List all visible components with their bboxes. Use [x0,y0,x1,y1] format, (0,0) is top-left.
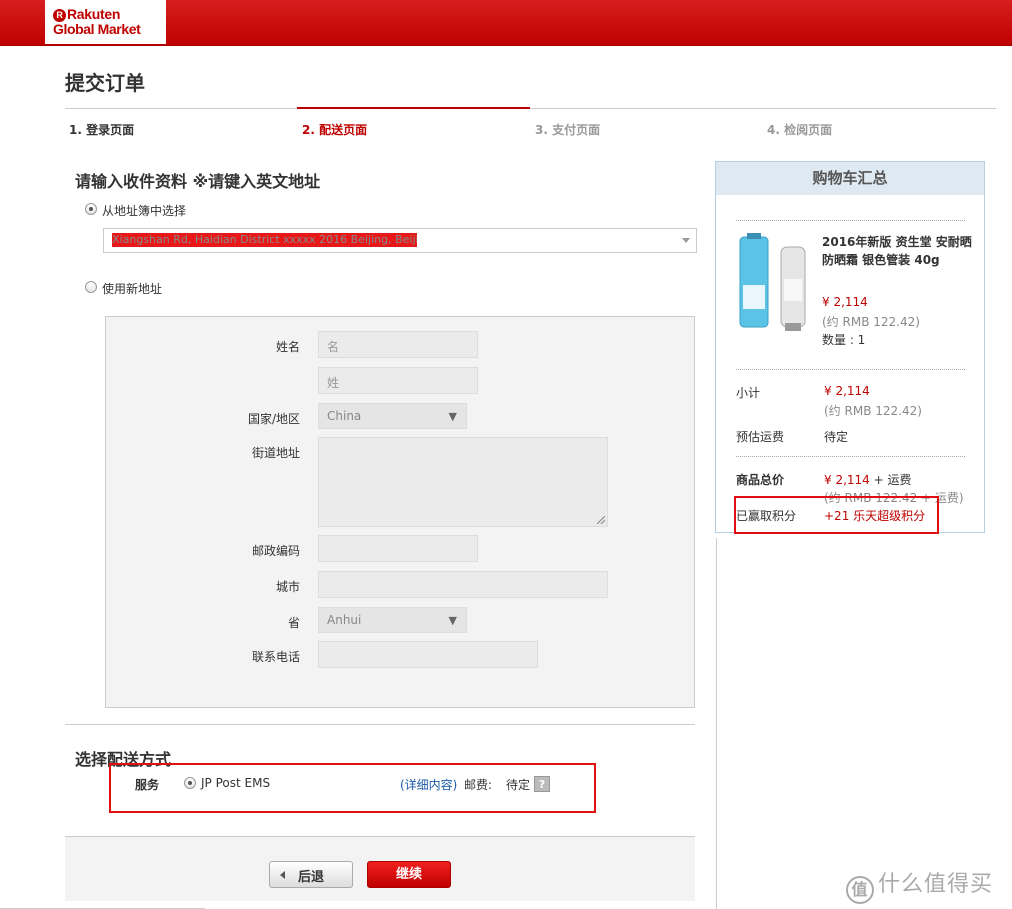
points-highlight-box [734,496,939,534]
resize-handle-icon[interactable] [597,516,605,524]
logo-line2: Global Market [53,21,141,37]
divider [65,724,695,725]
shipping-fee-label: 邮费: [464,778,493,792]
watermark-text: 什么值得买 [878,872,994,897]
shipping-estimate-label: 预估运费 [736,430,785,444]
back-button[interactable]: 后退 [269,861,353,888]
service-label: 服务 [135,778,160,792]
divider [736,220,965,221]
watermark-logo-icon: 值 [846,876,874,904]
street-textarea[interactable] [318,437,608,527]
total-value: ¥ 2,114 [824,473,870,487]
address-book-radio[interactable] [85,203,97,215]
phone-label: 联系电话 [251,650,300,664]
name-label: 姓名 [275,340,300,354]
total-label: 商品总价 [736,473,785,487]
province-label: 省 [287,616,300,630]
step-shipping: 2. 配送页面 [302,123,368,137]
province-select[interactable]: Anhui ▼ [318,607,467,633]
country-select[interactable]: China ▼ [318,403,467,429]
product-price: ¥ 2,114 [822,295,868,309]
step-login: 1. 登录页面 [69,123,135,137]
watermark: 值什么值得买 [846,866,993,904]
zip-input[interactable] [318,535,478,562]
city-label: 城市 [275,580,300,594]
help-icon[interactable]: ? [534,776,550,792]
divider [736,369,965,370]
chevron-down-icon [682,238,690,243]
step-progress-line [65,108,996,109]
shipping-method-name[interactable]: JP Post EMS [201,776,270,790]
address-book-select[interactable]: Xiangshan Rd, Haidian District xxxxx 201… [103,228,697,253]
product-price-rmb: (约 RMB 122.42) [822,315,920,329]
divider [736,456,965,457]
country-label: 国家/地区 [247,412,300,426]
phone-input[interactable] [318,641,538,668]
selected-address-redacted: Xiangshan Rd, Haidian District xxxxx 201… [112,233,417,247]
back-button-label: 后退 [298,870,325,885]
subtotal-label: 小计 [736,386,761,400]
country-value: China [327,409,362,423]
column-divider [716,538,717,909]
step-payment: 3. 支付页面 [535,123,601,137]
address-section-title: 请输入收件资料 ※请键入英文地址 [75,172,321,191]
ems-radio[interactable] [184,777,196,789]
shipping-details-link[interactable]: (详细内容) [400,776,457,793]
arrow-left-icon [280,871,285,879]
step-active-indicator [297,107,530,109]
city-input[interactable] [318,571,608,598]
zip-label: 邮政编码 [251,544,300,558]
province-value: Anhui [327,613,362,627]
subtotal-value: ¥ 2,114 [824,384,870,398]
dropdown-triangle-icon: ▼ [448,410,457,423]
page-title: 提交订单 [65,71,145,95]
street-label: 街道地址 [251,446,300,460]
step-review: 4. 检阅页面 [767,123,833,137]
rakuten-logo[interactable]: R Rakuten Global Market [45,0,166,44]
last-name-input[interactable]: 姓 [318,367,478,394]
new-address-label[interactable]: 使用新地址 [102,280,162,297]
subtotal-rmb: (约 RMB 122.42) [824,404,922,418]
product-image[interactable] [737,233,809,333]
shipping-estimate-value: 待定 [824,430,849,444]
cart-summary-title: 购物车汇总 [716,162,984,195]
address-book-label[interactable]: 从地址簿中选择 [102,202,186,219]
continue-button[interactable]: 继续 [367,861,451,888]
first-name-input[interactable]: 名 [318,331,478,358]
new-address-radio[interactable] [85,281,97,293]
product-quantity: 数量 : 1 [822,333,866,347]
dropdown-triangle-icon: ▼ [448,614,457,627]
shipping-fee-value: 待定 [506,778,531,792]
product-name[interactable]: 2016年新版 资生堂 安耐晒 防晒霜 银色管装 40g [822,233,972,269]
logo-line1: Rakuten [67,6,121,22]
total-suffix: + 运费 [869,473,912,487]
